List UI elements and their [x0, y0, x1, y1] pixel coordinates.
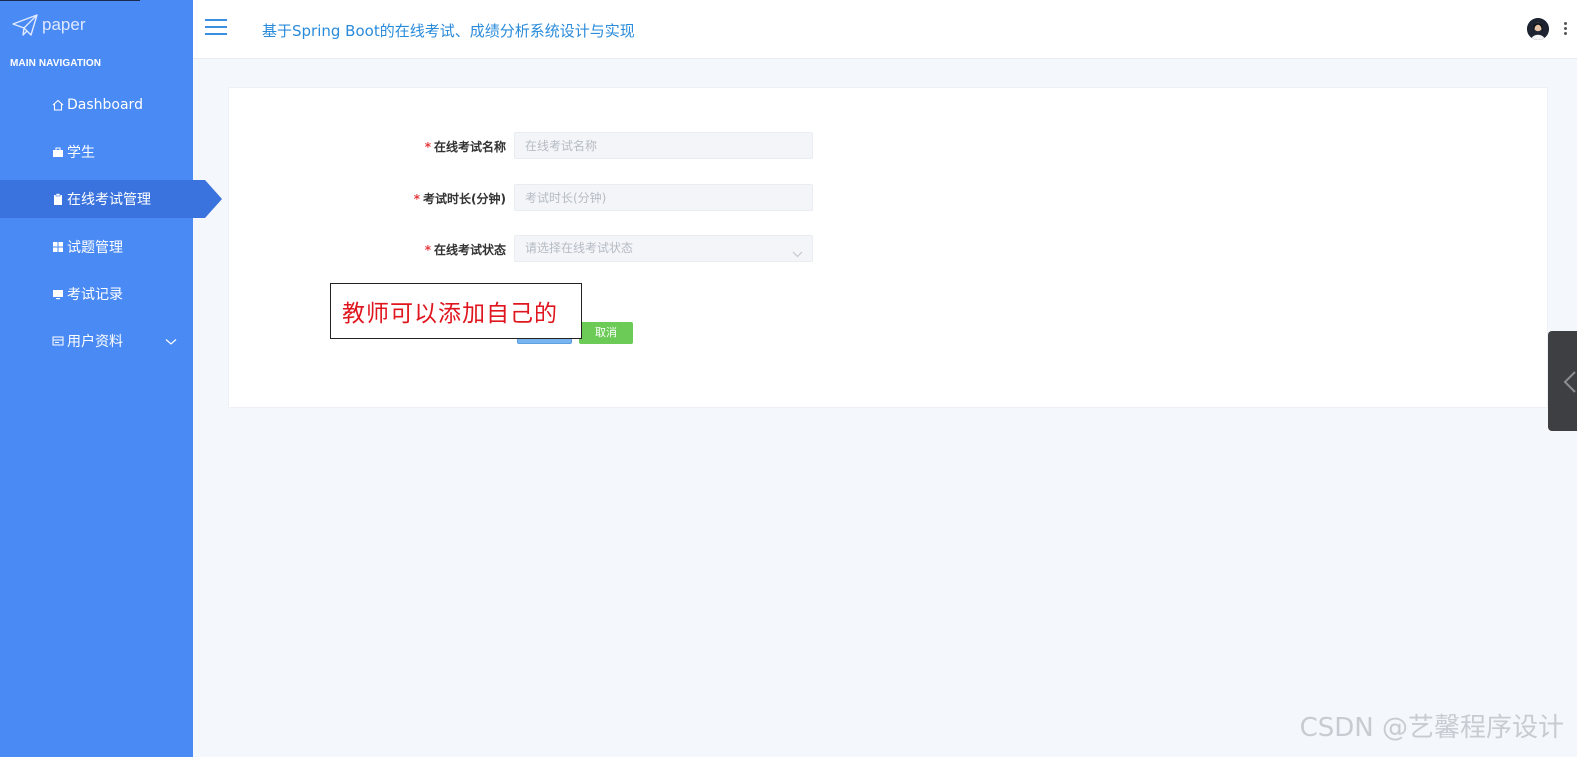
brand-logo[interactable]: paper: [12, 10, 85, 40]
chevron-down-icon: [165, 334, 177, 350]
sidebar-item-label: Dashboard: [67, 97, 143, 113]
top-header: 基于Spring Boot的在线考试、成绩分析系统设计与实现: [193, 0, 1577, 59]
brand-name: paper: [42, 15, 86, 34]
briefcase-icon: [51, 146, 64, 159]
cancel-button[interactable]: 取消: [579, 322, 633, 344]
monitor-icon: [51, 288, 64, 301]
paper-plane-icon: [12, 14, 38, 36]
clipboard-icon: [51, 193, 64, 206]
form-row-exam-name: * 在线考试名称: [229, 132, 1029, 160]
sidebar-item-exam-records[interactable]: 考试记录: [0, 275, 193, 313]
sidebar-item-students[interactable]: 学生: [0, 133, 193, 171]
more-options-icon[interactable]: [1564, 22, 1568, 38]
id-card-icon: [51, 335, 64, 348]
exam-status-select[interactable]: 请选择在线考试状态: [514, 235, 813, 262]
user-avatar[interactable]: [1527, 18, 1549, 40]
chevron-down-icon: [792, 243, 803, 262]
form-row-exam-duration: * 考试时长(分钟): [229, 184, 1029, 212]
page-title: 基于Spring Boot的在线考试、成绩分析系统设计与实现: [262, 22, 635, 40]
watermark: CSDN @艺馨程序设计: [1299, 713, 1564, 743]
exam-name-input[interactable]: [514, 132, 813, 159]
nav-heading: MAIN NAVIGATION: [10, 58, 102, 69]
sidebar-item-exam-management[interactable]: 在线考试管理: [0, 180, 222, 218]
exam-status-placeholder: 请选择在线考试状态: [525, 241, 634, 255]
hamburger-menu-icon[interactable]: [205, 19, 227, 37]
exam-name-label: * 在线考试名称: [424, 140, 506, 154]
sidebar-item-label: 在线考试管理: [67, 192, 151, 208]
top-edge-line: [0, 0, 140, 1]
sidebar-item-question-management[interactable]: 试题管理: [0, 228, 193, 266]
side-panel-toggle[interactable]: [1548, 331, 1577, 431]
sidebar-item-label: 试题管理: [67, 240, 123, 256]
exam-duration-input[interactable]: [514, 184, 813, 211]
form-row-exam-status: * 在线考试状态 请选择在线考试状态: [229, 235, 1029, 263]
sidebar-item-dashboard[interactable]: Dashboard: [0, 86, 193, 124]
sidebar-item-label: 用户资料: [67, 334, 123, 350]
form-card: *在线考试名称 *考试时长(分钟) *在线考试状态 请选择在线考试状态: [228, 87, 1548, 408]
sidebar-item-label: 学生: [67, 145, 95, 161]
exam-duration-label: * 考试时长(分钟): [413, 192, 506, 206]
sidebar-item-user-profile[interactable]: 用户资料: [0, 322, 193, 360]
home-icon: [51, 99, 64, 112]
annotation-callout: 教师可以添加自己的: [330, 283, 582, 339]
exam-status-label: * 在线考试状态: [424, 243, 506, 257]
grid-icon: [51, 241, 64, 254]
sidebar: paper MAIN NAVIGATION Dashboard 学生 在线考试管…: [0, 0, 222, 757]
sidebar-item-label: 考试记录: [67, 287, 123, 303]
